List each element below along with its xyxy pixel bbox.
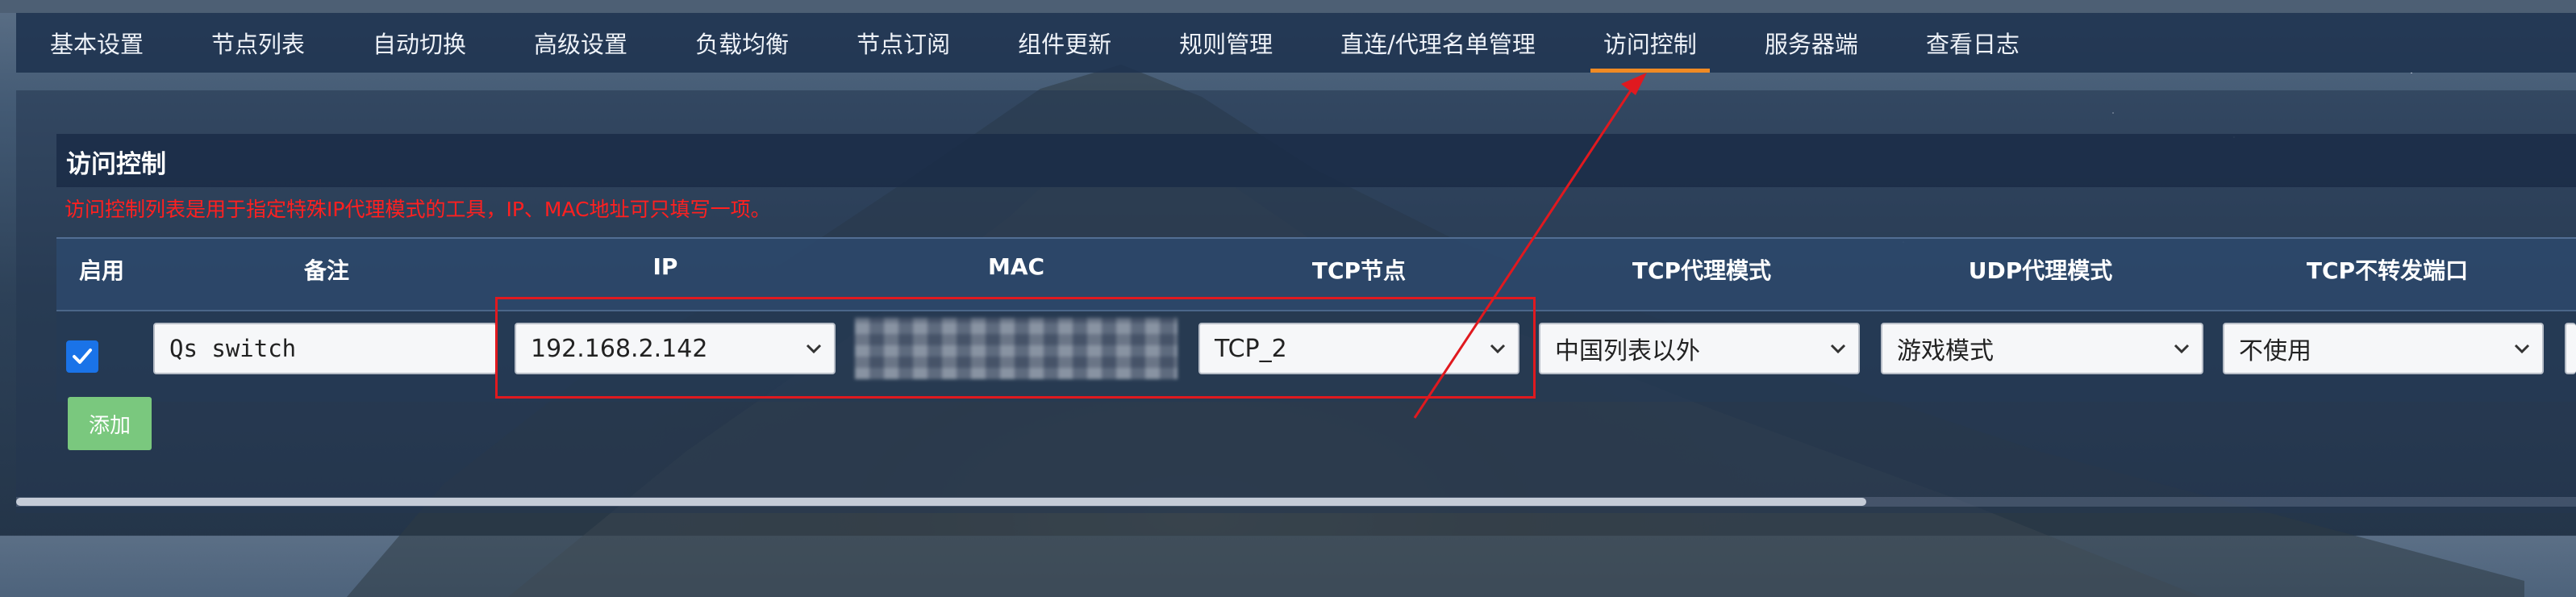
- tcp-no-forward-port-value: 不使用: [2239, 337, 2311, 365]
- tab-node-subscribe[interactable]: 节点订阅: [823, 13, 984, 73]
- tab-advanced-settings[interactable]: 高级设置: [500, 13, 661, 73]
- remark-input[interactable]: Qs switch: [153, 323, 497, 374]
- header-enabled: 启用: [79, 257, 125, 284]
- header-tcp-mode: TCP代理模式: [1632, 257, 1772, 284]
- chevron-down-icon: [2174, 344, 2190, 354]
- chevron-down-icon: [1830, 344, 1846, 354]
- section-title: 访问控制: [66, 150, 166, 179]
- header-ip: IP: [652, 253, 678, 280]
- header-remark: 备注: [303, 257, 349, 284]
- header-udp-mode: UDP代理模式: [1968, 257, 2113, 284]
- tab-load-balance[interactable]: 负载均衡: [661, 13, 823, 73]
- tab-rule-management[interactable]: 规则管理: [1145, 13, 1307, 73]
- chevron-down-icon: [2514, 344, 2530, 354]
- udp-mode-value: 游戏模式: [1897, 337, 1994, 365]
- horizontal-scrollbar-thumb[interactable]: [16, 498, 1866, 506]
- tab-basic-settings[interactable]: 基本设置: [16, 13, 177, 73]
- tab-auto-switch[interactable]: 自动切换: [339, 13, 500, 73]
- add-button[interactable]: 添加: [68, 397, 152, 450]
- top-strip: [0, 0, 2576, 13]
- tcp-no-forward-port-select[interactable]: 不使用: [2223, 323, 2544, 374]
- tcp-mode-value: 中国列表以外: [1555, 337, 1700, 365]
- header-tcp-node: TCP节点: [1311, 257, 1407, 284]
- section-description: 访问控制列表是用于指定特殊IP代理模式的工具，IP、MAC地址可只填写一项。: [65, 198, 771, 221]
- tab-node-list[interactable]: 节点列表: [177, 13, 339, 73]
- udp-mode-select[interactable]: 游戏模式: [1881, 323, 2203, 374]
- annotation-box: [495, 297, 1536, 399]
- tcp-mode-select[interactable]: 中国列表以外: [1539, 323, 1860, 374]
- tab-server-side[interactable]: 服务器端: [1731, 13, 1892, 73]
- tab-view-logs[interactable]: 查看日志: [1892, 13, 2053, 73]
- section-header: [56, 134, 2576, 187]
- enable-checkbox[interactable]: [66, 340, 98, 373]
- checkmark-icon: [73, 349, 92, 364]
- top-nav: 基本设置 节点列表 自动切换 高级设置 负载均衡 节点订阅 组件更新 规则管理 …: [16, 13, 2576, 73]
- tab-component-update[interactable]: 组件更新: [984, 13, 1145, 73]
- header-tcp-no-forward-port: TCP不转发端口: [2306, 257, 2469, 284]
- header-mac: MAC: [987, 253, 1045, 280]
- tab-direct-proxy-list[interactable]: 直连/代理名单管理: [1307, 13, 1569, 73]
- tab-access-control[interactable]: 访问控制: [1569, 13, 1731, 73]
- next-column-field-edge[interactable]: [2565, 323, 2576, 374]
